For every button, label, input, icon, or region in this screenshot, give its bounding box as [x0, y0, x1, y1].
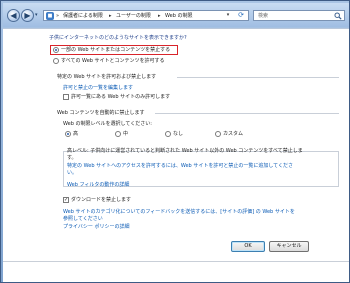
only-allowed-label[interactable]: 許可一覧にある Web サイトのみ許可します [71, 94, 170, 100]
level-custom-radio[interactable] [215, 131, 221, 137]
refresh-icon[interactable]: ⟳ [236, 11, 246, 20]
breadcrumb-chevron-icon[interactable]: ▸ [109, 11, 112, 21]
back-arrow-icon[interactable]: ◀ [7, 9, 20, 22]
block-downloads-label[interactable]: ダウンロードを禁止します [71, 197, 131, 203]
auto-block-header: Web コンテンツを自動的に禁止します [57, 110, 145, 116]
breadcrumb-chevron-icon[interactable]: » [56, 11, 59, 21]
level-custom-label[interactable]: カスタム [223, 131, 243, 137]
allow-all-label[interactable]: すべての Web サイトとコンテンツを許可する [61, 58, 165, 64]
block-some-label[interactable]: 一部の Web サイトまたはコンテンツを禁止する [61, 47, 170, 53]
choose-level-label: Web の制限レベルを選択してください: [63, 121, 152, 127]
allow-specific-sites-link[interactable]: 特定の Web サイトへのアクセスを許可するには、Web サイトを許可と禁止の一… [67, 163, 293, 169]
block-some-radio[interactable] [53, 47, 59, 53]
section-divider [155, 113, 339, 114]
privacy-policy-link[interactable]: プライバシー ポリシーの詳細 [63, 224, 130, 230]
page-title: 子供にインターネットのどのようなサイトを表示できますか? [49, 35, 187, 41]
ok-button[interactable]: OK [231, 241, 265, 252]
level-high-label[interactable]: 高 [73, 131, 78, 137]
breadcrumb-chevron-icon[interactable]: ▸ [158, 11, 161, 21]
search-input[interactable]: 検索 [253, 10, 345, 21]
level-description-text-cont: す。 [67, 155, 77, 161]
footer-divider [3, 261, 349, 262]
cancel-button[interactable]: キャンセル [269, 241, 309, 252]
breadcrumb-user-controls[interactable]: ユーザーの制限 [116, 11, 151, 21]
allow-block-header: 特定の Web サイトを許可および禁止します [57, 74, 157, 80]
feedback-link-cont[interactable]: 参照してください [63, 216, 103, 222]
history-dropdown-icon[interactable]: ▾ [35, 13, 40, 18]
parental-controls-window: ◀ ▶ ▾ ■ » 保護者による制限 ▸ ユーザーの制限 ▸ Web の制限 ▾… [0, 0, 350, 283]
level-none-label[interactable]: なし [173, 131, 183, 137]
level-high-radio[interactable] [65, 131, 71, 137]
control-panel-icon: ■ [46, 12, 54, 20]
allow-all-radio[interactable] [53, 58, 59, 64]
address-dropdown-icon[interactable]: ▾ [224, 11, 232, 20]
level-description-text: 高レベル: 子供向けに運営されていると判断された Web サイト以外の Web … [67, 148, 303, 154]
allow-specific-sites-link-cont[interactable]: い。 [67, 170, 77, 176]
forward-arrow-icon[interactable]: ▶ [21, 9, 34, 22]
level-medium-radio[interactable] [115, 131, 121, 137]
level-none-radio[interactable] [165, 131, 171, 137]
navigation-bar: ◀ ▶ ▾ ■ » 保護者による制限 ▸ ユーザーの制限 ▸ Web の制限 ▾… [3, 3, 349, 27]
breadcrumb-parental-controls[interactable]: 保護者による制限 [63, 11, 103, 21]
only-allowed-checkbox[interactable] [63, 94, 69, 100]
block-downloads-checkbox[interactable]: ✓ [63, 197, 69, 203]
breadcrumb-web-restrictions[interactable]: Web の制限 [165, 11, 193, 21]
search-icon[interactable] [334, 12, 342, 20]
level-medium-label[interactable]: 中 [123, 131, 128, 137]
search-placeholder: 検索 [258, 13, 269, 19]
address-bar[interactable]: ■ » 保護者による制限 ▸ ユーザーの制限 ▸ Web の制限 ▾ ⟳ [43, 10, 249, 21]
edit-list-link[interactable]: 許可と禁止の一覧を編集します [63, 85, 133, 91]
filter-details-link[interactable]: Web フィルタの動作の詳細 [67, 182, 129, 188]
feedback-link[interactable]: Web サイトのカテゴリ化についてのフィードバックを送信するには、[サイトの評価… [63, 209, 295, 215]
section-divider [177, 77, 339, 78]
